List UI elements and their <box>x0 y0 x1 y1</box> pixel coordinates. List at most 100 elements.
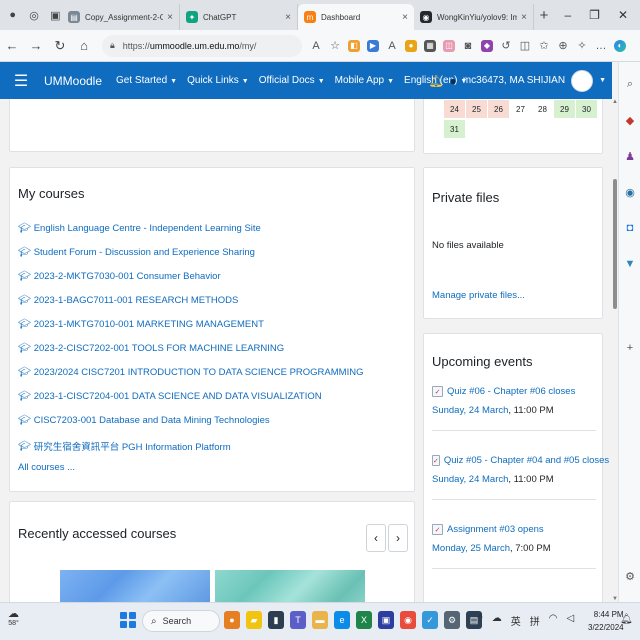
calendar-day[interactable]: 24 <box>444 100 465 118</box>
notifications-bell-icon[interactable]: 🔔︎ <box>428 74 443 88</box>
excel-app-icon[interactable]: X <box>356 611 372 629</box>
settings-app-icon[interactable]: ⚙ <box>444 611 460 629</box>
extension-pink-icon[interactable]: ◫ <box>443 39 455 52</box>
back-icon[interactable]: ← <box>0 38 24 53</box>
refresh-icon[interactable]: ↻ <box>48 38 72 54</box>
lock-icon[interactable]: 🔒︎ <box>110 40 115 51</box>
course-link[interactable]: 🎓︎ 2023-1-BAGC7011-001 RESEARCH METHODS <box>18 295 238 306</box>
store-app-icon[interactable]: ▣ <box>378 611 394 629</box>
sidebar-search-icon[interactable]: ⌕ <box>622 76 638 92</box>
all-courses-link[interactable]: All courses ... <box>18 462 75 473</box>
onedrive-icon[interactable]: ☁ <box>492 613 502 628</box>
user-menu-caret-icon[interactable]: ▼ <box>599 77 606 84</box>
close-tab-icon[interactable]: × <box>402 12 408 23</box>
url-field[interactable]: 🔒︎ https://ummoodle.um.edu.mo/my/ <box>102 34 302 57</box>
favorite-star-icon[interactable]: ☆ <box>329 39 341 52</box>
chrome-app-icon[interactable]: ◉ <box>400 611 416 629</box>
course-thumbnail[interactable] <box>60 570 210 602</box>
workspaces-icon[interactable]: ◎ <box>27 8 40 22</box>
extensions-icon[interactable]: ✧ <box>576 39 588 52</box>
extension-camera-icon[interactable]: ◙ <box>462 40 474 52</box>
profile-icon[interactable]: ● <box>6 8 19 22</box>
read-aloud-icon[interactable]: A <box>310 40 322 52</box>
taskbar-search[interactable]: ⌕ Search <box>142 610 220 632</box>
event-day-link[interactable]: Monday, 25 March <box>432 543 510 554</box>
manage-private-files-link[interactable]: Manage private files... <box>432 290 525 301</box>
collections-icon[interactable]: ⊕ <box>557 39 569 52</box>
site-brand[interactable]: UMMoodle <box>44 74 102 88</box>
calendar-day[interactable]: 26 <box>488 100 509 118</box>
tab-github-yolov9[interactable]: ◉ WongKinYiu/yolov9: Implementi × <box>414 4 534 30</box>
course-link[interactable]: 🎓︎ English Language Centre - Independent … <box>18 223 261 234</box>
tab-actions-icon[interactable]: ▣ <box>49 8 62 22</box>
folder-app-icon[interactable]: ▰ <box>246 611 262 629</box>
sidebar-tools-icon[interactable]: ♟ <box>622 148 638 164</box>
course-thumbnail[interactable] <box>215 570 365 602</box>
extension-orange-icon[interactable]: ◧ <box>348 39 360 52</box>
extension-blue-icon[interactable]: ▶ <box>367 39 379 52</box>
notification-bell-icon[interactable]: 🔔︎ <box>620 614 633 625</box>
calendar-day[interactable]: 28 <box>532 100 553 118</box>
minimize-icon[interactable]: – <box>564 8 571 22</box>
tab-dashboard[interactable]: m Dashboard × <box>298 4 414 30</box>
sidebar-outlook-icon[interactable]: ◘ <box>622 220 638 236</box>
widgets-app-icon[interactable]: ● <box>224 611 240 629</box>
course-link[interactable]: 🎓︎ CISC7203-001 Database and Data Mining … <box>18 415 270 426</box>
scrollbar-thumb[interactable] <box>613 179 617 309</box>
close-tab-icon[interactable]: × <box>167 12 173 23</box>
extension-purple-icon[interactable]: ◆ <box>481 39 493 52</box>
calendar-day[interactable]: 29 <box>554 100 575 118</box>
teams-app-icon[interactable]: T <box>290 611 306 629</box>
event-link[interactable]: ✓ Quiz #06 - Chapter #06 closes <box>432 386 596 397</box>
sidebar-settings-icon[interactable]: ⚙ <box>622 568 638 584</box>
course-link[interactable]: 🎓︎ 2023/2024 CISC7201 INTRODUCTION TO DAT… <box>18 367 363 378</box>
favorites-icon[interactable]: ✩ <box>538 39 550 52</box>
extension-coin-icon[interactable]: ● <box>405 39 417 52</box>
nav-official-docs[interactable]: Official Docs ▼ <box>259 75 325 86</box>
event-link[interactable]: ✓ Quiz #05 - Chapter #04 and #05 closes <box>432 455 609 466</box>
edge-app-icon[interactable]: e <box>334 611 350 629</box>
user-name[interactable]: mc36473, MA SHIJIAN <box>463 75 565 86</box>
sidebar-games-icon[interactable]: ◉ <box>622 184 638 200</box>
messages-icon[interactable]: ● <box>450 74 457 88</box>
calendar-day[interactable]: 27 <box>510 100 531 118</box>
tab-chatgpt[interactable]: ✦ ChatGPT × <box>180 4 298 30</box>
forward-icon[interactable]: → <box>24 38 48 53</box>
file-explorer-app-icon[interactable]: ▬ <box>312 611 328 629</box>
calendar-day[interactable]: 25 <box>466 100 487 118</box>
terminal-app-icon[interactable]: ▮ <box>268 611 284 629</box>
tab-copy-assignment[interactable]: ▤ Copy_Assignment-2-Classificati × <box>62 4 180 30</box>
course-link[interactable]: 🎓︎ 2023-1-MKTG7010-001 MARKETING MANAGEME… <box>18 319 264 330</box>
sidebar-shopping-icon[interactable]: ◆ <box>622 112 638 128</box>
prev-page-button[interactable]: ‹ <box>366 524 386 552</box>
new-tab-icon[interactable]: + <box>534 7 554 24</box>
ime-mode[interactable]: 拼 <box>530 613 540 628</box>
tray-expand-icon[interactable]: ^ <box>478 613 483 628</box>
more-menu-icon[interactable]: … <box>595 40 607 52</box>
close-tab-icon[interactable]: × <box>521 12 527 23</box>
nav-mobile-app[interactable]: Mobile App ▼ <box>335 75 394 86</box>
restore-icon[interactable]: ❐ <box>589 8 600 22</box>
home-icon[interactable]: ⌂ <box>72 38 96 53</box>
nav-quick-links[interactable]: Quick Links ▼ <box>187 75 249 86</box>
course-link[interactable]: 🎓︎ Student Forum - Discussion and Experie… <box>18 247 255 258</box>
course-link[interactable]: 🎓︎ 2023-1-CISC7204-001 DATA SCIENCE AND D… <box>18 391 322 402</box>
wifi-icon[interactable]: ◠ <box>549 613 558 628</box>
extension-a-icon[interactable]: A <box>386 40 398 52</box>
event-day-link[interactable]: Sunday, 24 March <box>432 474 508 485</box>
extension-refresh-icon[interactable]: ↺ <box>500 39 512 52</box>
user-avatar[interactable] <box>571 69 594 92</box>
todo-app-icon[interactable]: ✓ <box>422 611 438 629</box>
copilot-icon[interactable]: ◐ <box>614 39 626 52</box>
course-link[interactable]: 🎓︎ 2023-2-MKTG7030-001 Consumer Behavior <box>18 271 221 282</box>
menu-hamburger-icon[interactable]: ☰ <box>6 71 36 91</box>
next-page-button[interactable]: › <box>388 524 408 552</box>
course-link[interactable]: 🎓︎ 2023-2-CISC7202-001 TOOLS FOR MACHINE … <box>18 343 284 354</box>
ime-language[interactable]: 英 <box>511 613 521 628</box>
sidebar-drop-icon[interactable]: ▼ <box>622 256 638 272</box>
start-button[interactable] <box>120 612 136 628</box>
course-link[interactable]: 🎓︎ 研究生宿舍資訊平台 PGH Information Platform <box>18 439 231 454</box>
close-window-icon[interactable]: ✕ <box>618 8 628 22</box>
taskbar-clock[interactable]: 8:44 PM 3/22/2024 <box>588 608 624 634</box>
event-link[interactable]: ✓ Assignment #03 opens <box>432 524 596 535</box>
